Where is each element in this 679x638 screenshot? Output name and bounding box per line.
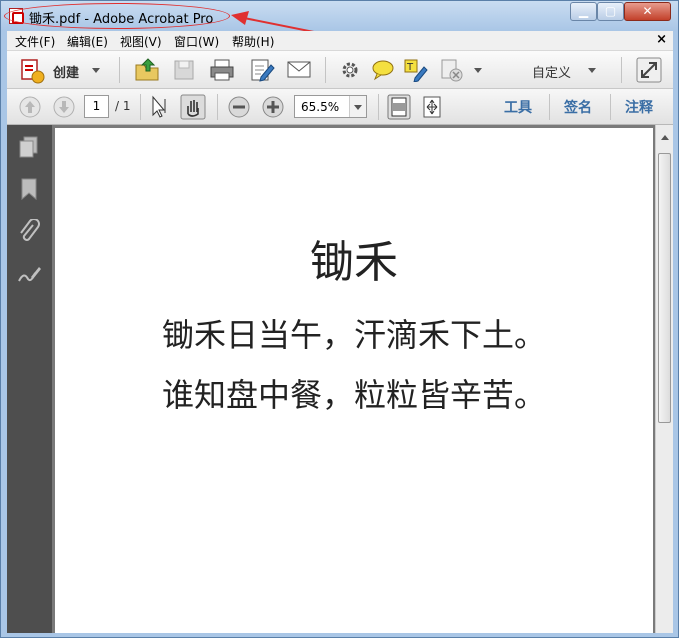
menu-view[interactable]: 视图(V) bbox=[120, 33, 162, 50]
more-tools-caret[interactable] bbox=[474, 68, 482, 73]
edit-document-icon[interactable] bbox=[249, 57, 275, 83]
menu-bar: 文件(F) 编辑(E) 视图(V) 窗口(W) 帮助(H) × bbox=[7, 31, 673, 51]
fit-width-icon[interactable] bbox=[420, 94, 444, 120]
hand-tool-icon[interactable] bbox=[180, 94, 206, 120]
menu-file[interactable]: 文件(F) bbox=[15, 33, 55, 50]
fullscreen-icon[interactable] bbox=[636, 57, 662, 83]
baidu-jingyan-logo: Bai百度经验 bbox=[521, 570, 637, 594]
next-page-icon[interactable] bbox=[52, 95, 76, 119]
page-thumbnails-icon[interactable] bbox=[18, 135, 40, 159]
toolbar-separator bbox=[378, 94, 379, 120]
scroll-up-icon[interactable] bbox=[661, 135, 669, 140]
toolbar-separator bbox=[325, 57, 326, 83]
tools-pane-button[interactable]: 工具 bbox=[504, 97, 532, 117]
main-toolbar: 创建 T 自定义 bbox=[7, 51, 673, 89]
title-highlight-ellipse bbox=[4, 3, 230, 29]
poem-line: 谁知盘中餐，粒粒皆辛苦。 bbox=[161, 376, 546, 414]
comment-pane-button[interactable]: 注释 bbox=[625, 97, 653, 117]
customize-dropdown-caret[interactable] bbox=[588, 68, 596, 73]
toolbar-separator bbox=[119, 57, 120, 83]
open-folder-icon[interactable] bbox=[134, 57, 160, 83]
create-pdf-icon[interactable] bbox=[19, 58, 45, 84]
previous-page-icon[interactable] bbox=[18, 95, 42, 119]
pdf-page: 锄禾 锄禾日当午，汗滴禾下土。 谁知盘中餐，粒粒皆辛苦。 bbox=[55, 128, 653, 633]
document-view[interactable]: 锄禾 锄禾日当午，汗滴禾下土。 谁知盘中餐，粒粒皆辛苦。 bbox=[52, 125, 673, 633]
chevron-down-icon bbox=[354, 105, 362, 110]
zoom-value: 65.5% bbox=[301, 100, 340, 114]
toolbar-separator bbox=[621, 57, 622, 83]
print-icon[interactable] bbox=[209, 58, 235, 82]
minimize-button[interactable]: ▁ bbox=[570, 2, 597, 21]
save-icon[interactable] bbox=[172, 58, 196, 82]
close-icon: ✕ bbox=[642, 4, 653, 18]
toolbar-separator bbox=[549, 94, 550, 120]
create-button[interactable]: 创建 bbox=[53, 62, 79, 81]
settings-gear-icon[interactable] bbox=[339, 59, 361, 81]
text-highlight-icon[interactable]: T bbox=[403, 58, 429, 82]
customize-button[interactable]: 自定义 bbox=[532, 62, 571, 81]
menu-help[interactable]: 帮助(H) bbox=[232, 33, 274, 50]
toolbar-separator bbox=[217, 94, 218, 120]
fit-page-icon[interactable] bbox=[387, 94, 411, 120]
minimize-icon: ▁ bbox=[578, 4, 589, 18]
signatures-icon[interactable] bbox=[17, 263, 41, 285]
navigation-pane-rail bbox=[7, 125, 52, 633]
email-icon[interactable] bbox=[286, 59, 312, 81]
maximize-icon: ▢ bbox=[604, 4, 617, 18]
vertical-scrollbar[interactable] bbox=[655, 125, 673, 633]
watermark-url: jingyan.baidu.com bbox=[526, 598, 619, 609]
menu-window[interactable]: 窗口(W) bbox=[174, 33, 219, 50]
zoom-out-icon[interactable] bbox=[227, 95, 251, 119]
zoom-in-icon[interactable] bbox=[261, 95, 285, 119]
page-total: / 1 bbox=[115, 99, 131, 113]
bookmarks-icon[interactable] bbox=[19, 177, 39, 201]
comment-bubble-icon[interactable] bbox=[371, 59, 395, 81]
maximize-button[interactable]: ▢ bbox=[597, 2, 624, 21]
menu-edit[interactable]: 编辑(E) bbox=[67, 33, 108, 50]
document-close-icon[interactable]: × bbox=[656, 32, 667, 47]
zoom-select[interactable]: 65.5% bbox=[294, 95, 367, 118]
page-number-input[interactable]: 1 bbox=[84, 95, 109, 118]
create-dropdown-caret[interactable] bbox=[92, 68, 100, 73]
toolbar-separator bbox=[140, 94, 141, 120]
poem-line: 锄禾日当午，汗滴禾下土。 bbox=[161, 316, 546, 354]
app-window: 锄禾.pdf - Adobe Acrobat Pro ▁ ▢ ✕ 文件(F) 编… bbox=[0, 0, 679, 638]
title-bar: 锄禾.pdf - Adobe Acrobat Pro ▁ ▢ ✕ bbox=[1, 1, 678, 46]
sign-pane-button[interactable]: 签名 bbox=[564, 97, 592, 117]
scrollbar-thumb[interactable] bbox=[658, 153, 671, 423]
close-button[interactable]: ✕ bbox=[624, 2, 671, 21]
attachments-paperclip-icon[interactable] bbox=[18, 219, 40, 245]
toolbar-separator bbox=[610, 94, 611, 120]
navigation-toolbar: 1 / 1 65.5% 工具 签名 注释 bbox=[7, 89, 673, 125]
poem-title: 锄禾 bbox=[310, 237, 398, 288]
select-cursor-icon[interactable] bbox=[149, 95, 171, 119]
svg-text:T: T bbox=[406, 62, 414, 73]
redact-document-icon[interactable] bbox=[439, 58, 465, 82]
